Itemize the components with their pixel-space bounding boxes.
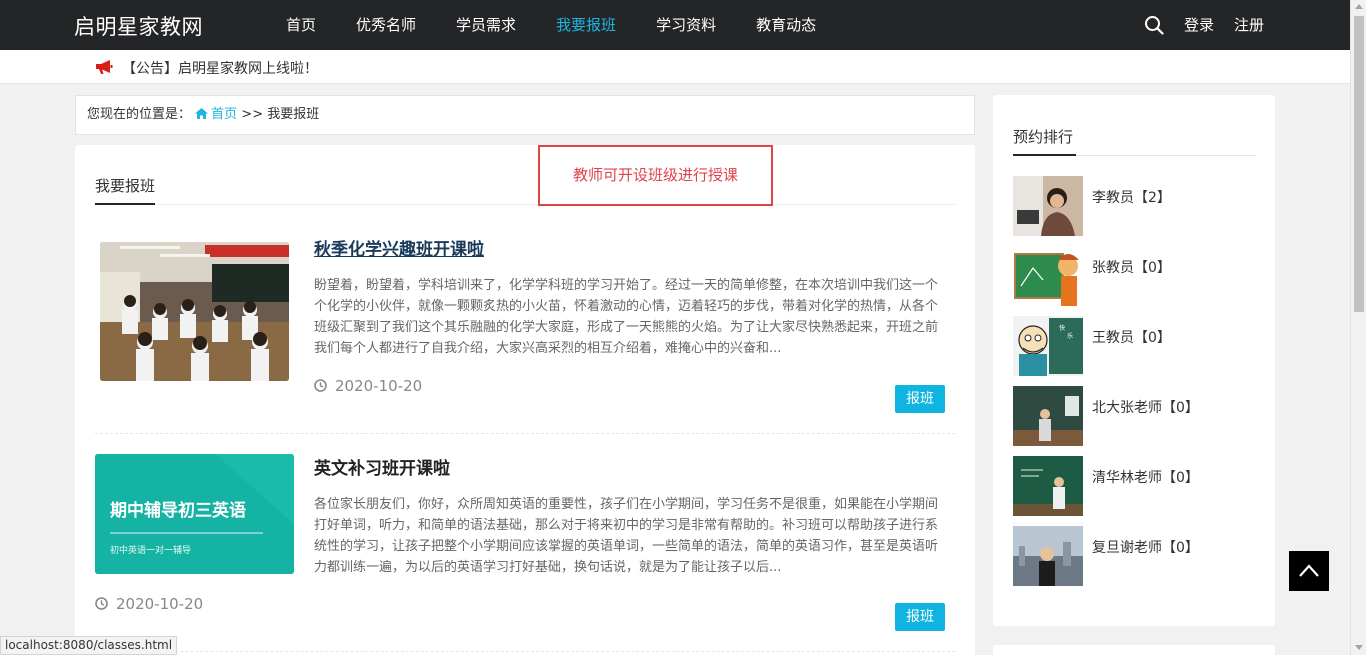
- breadcrumb: 您现在的位置是： 首页 >> 我要报班: [75, 95, 975, 135]
- teacher-avatar[interactable]: [1013, 526, 1083, 586]
- english-class-banner[interactable]: 期中辅导初三英语 初中英语一对一辅导: [95, 454, 294, 574]
- back-to-top-button[interactable]: [1289, 551, 1329, 591]
- megaphone-icon: [96, 60, 113, 74]
- list-divider: [95, 433, 955, 434]
- svg-text:乐: 乐: [1067, 333, 1073, 340]
- site-logo[interactable]: 启明星家教网: [74, 11, 203, 41]
- page-scrollbar[interactable]: [1350, 0, 1366, 655]
- teacher-name[interactable]: 李教员【2】: [1092, 187, 1171, 207]
- teacher-avatar[interactable]: 快 乐: [1013, 316, 1083, 376]
- list-divider: [95, 651, 955, 652]
- class-date-text: 2020-10-20: [116, 595, 204, 613]
- ranking-item[interactable]: 北大张老师【0】: [1013, 386, 1263, 446]
- class-date-text: 2020-10-20: [335, 377, 423, 395]
- ranking-item[interactable]: 清华林老师【0】: [1013, 456, 1263, 516]
- clock-icon: [314, 379, 327, 392]
- class-title-link[interactable]: 秋季化学兴趣班开课啦: [314, 235, 484, 260]
- class-list-panel: 我要报班 秋季化学兴趣班开课啦 盼望着，盼望着，学科培训来了，化学学科班的学习开…: [75, 145, 975, 655]
- teacher-name[interactable]: 北大张老师【0】: [1092, 397, 1199, 417]
- top-navbar: 启明星家教网 首页 优秀名师 学员需求 我要报班 学习资料 教育动态 登录 注册: [0, 0, 1350, 50]
- home-icon: [195, 108, 209, 119]
- chevron-up-icon: [1299, 564, 1319, 577]
- sidebar-title: 预约排行: [1013, 128, 1074, 146]
- nav-teachers[interactable]: 优秀名师: [336, 0, 436, 50]
- register-link[interactable]: 注册: [1234, 0, 1264, 50]
- class-date: 2020-10-20: [95, 595, 203, 613]
- nav-materials[interactable]: 学习资料: [636, 0, 736, 50]
- main-nav: 首页 优秀名师 学员需求 我要报班 学习资料 教育动态: [266, 0, 836, 50]
- login-link[interactable]: 登录: [1184, 0, 1214, 50]
- panel-divider: [95, 204, 955, 205]
- breadcrumb-prefix: 您现在的位置是：: [87, 107, 192, 122]
- clock-icon: [95, 597, 108, 610]
- scroll-down-arrow-icon[interactable]: [1355, 645, 1363, 650]
- teacher-name[interactable]: 复旦谢老师【0】: [1092, 537, 1199, 557]
- panel-title-underline: [95, 203, 155, 205]
- scroll-thumb[interactable]: [1354, 16, 1364, 312]
- annotation-callout: 教师可开设班级进行授课: [538, 145, 773, 206]
- teacher-name[interactable]: 王教员【0】: [1092, 327, 1171, 347]
- sidebar-next-card: [993, 645, 1275, 655]
- breadcrumb-current: 我要报班: [267, 107, 320, 122]
- class-title-link[interactable]: 英文补习班开课啦: [314, 454, 450, 479]
- banner-subtitle: 初中英语一对一辅导: [110, 546, 192, 556]
- banner-title: 期中辅导初三英语: [110, 501, 246, 521]
- ranking-item[interactable]: 复旦谢老师【0】: [1013, 526, 1263, 586]
- panel-title: 我要报班: [95, 177, 156, 195]
- nav-student-needs[interactable]: 学员需求: [436, 0, 536, 50]
- announcement-bar: 【公告】启明星家教网上线啦！: [0, 50, 1350, 84]
- scroll-up-arrow-icon[interactable]: [1355, 4, 1363, 9]
- nav-home[interactable]: 首页: [266, 0, 336, 50]
- svg-text:快: 快: [1059, 324, 1065, 332]
- class-description: 各位家长朋友们，你好，众所周知英语的重要性，孩子们在小学期间，学习任务不是很重，…: [314, 497, 939, 575]
- teacher-avatar[interactable]: [1013, 386, 1083, 446]
- enroll-button[interactable]: 报班: [895, 603, 945, 631]
- breadcrumb-home-link[interactable]: 首页: [211, 107, 237, 122]
- nav-enroll[interactable]: 我要报班: [536, 0, 636, 50]
- teacher-avatar[interactable]: [1013, 176, 1083, 236]
- teacher-name[interactable]: 张教员【0】: [1092, 257, 1171, 277]
- search-icon[interactable]: [1144, 15, 1164, 35]
- classroom-photo[interactable]: [100, 242, 289, 381]
- teacher-avatar[interactable]: [1013, 456, 1083, 516]
- ranking-item[interactable]: 李教员【2】: [1013, 176, 1263, 236]
- breadcrumb-separator: >>: [237, 107, 268, 122]
- sidebar-title-underline: [1013, 154, 1076, 156]
- ranking-item[interactable]: 张教员【0】: [1013, 246, 1263, 306]
- link-status-bar: localhost:8080/classes.html: [0, 636, 178, 655]
- class-date: 2020-10-20: [314, 377, 422, 395]
- announcement-text: 【公告】启明星家教网上线啦！: [122, 61, 318, 77]
- class-description: 盼望着，盼望着，学科培训来了，化学学科班的学习开始了。经过一天的简单修整，在本次…: [314, 278, 939, 356]
- enroll-button[interactable]: 报班: [895, 385, 945, 413]
- nav-news[interactable]: 教育动态: [736, 0, 836, 50]
- teacher-avatar[interactable]: [1013, 246, 1083, 306]
- ranking-sidebar: 预约排行 李教员【2】 张教员【0】 快 乐 王教员【0】 北大张老师【0】 清…: [993, 95, 1275, 626]
- teacher-name[interactable]: 清华林老师【0】: [1092, 467, 1199, 487]
- ranking-item[interactable]: 快 乐 王教员【0】: [1013, 316, 1263, 376]
